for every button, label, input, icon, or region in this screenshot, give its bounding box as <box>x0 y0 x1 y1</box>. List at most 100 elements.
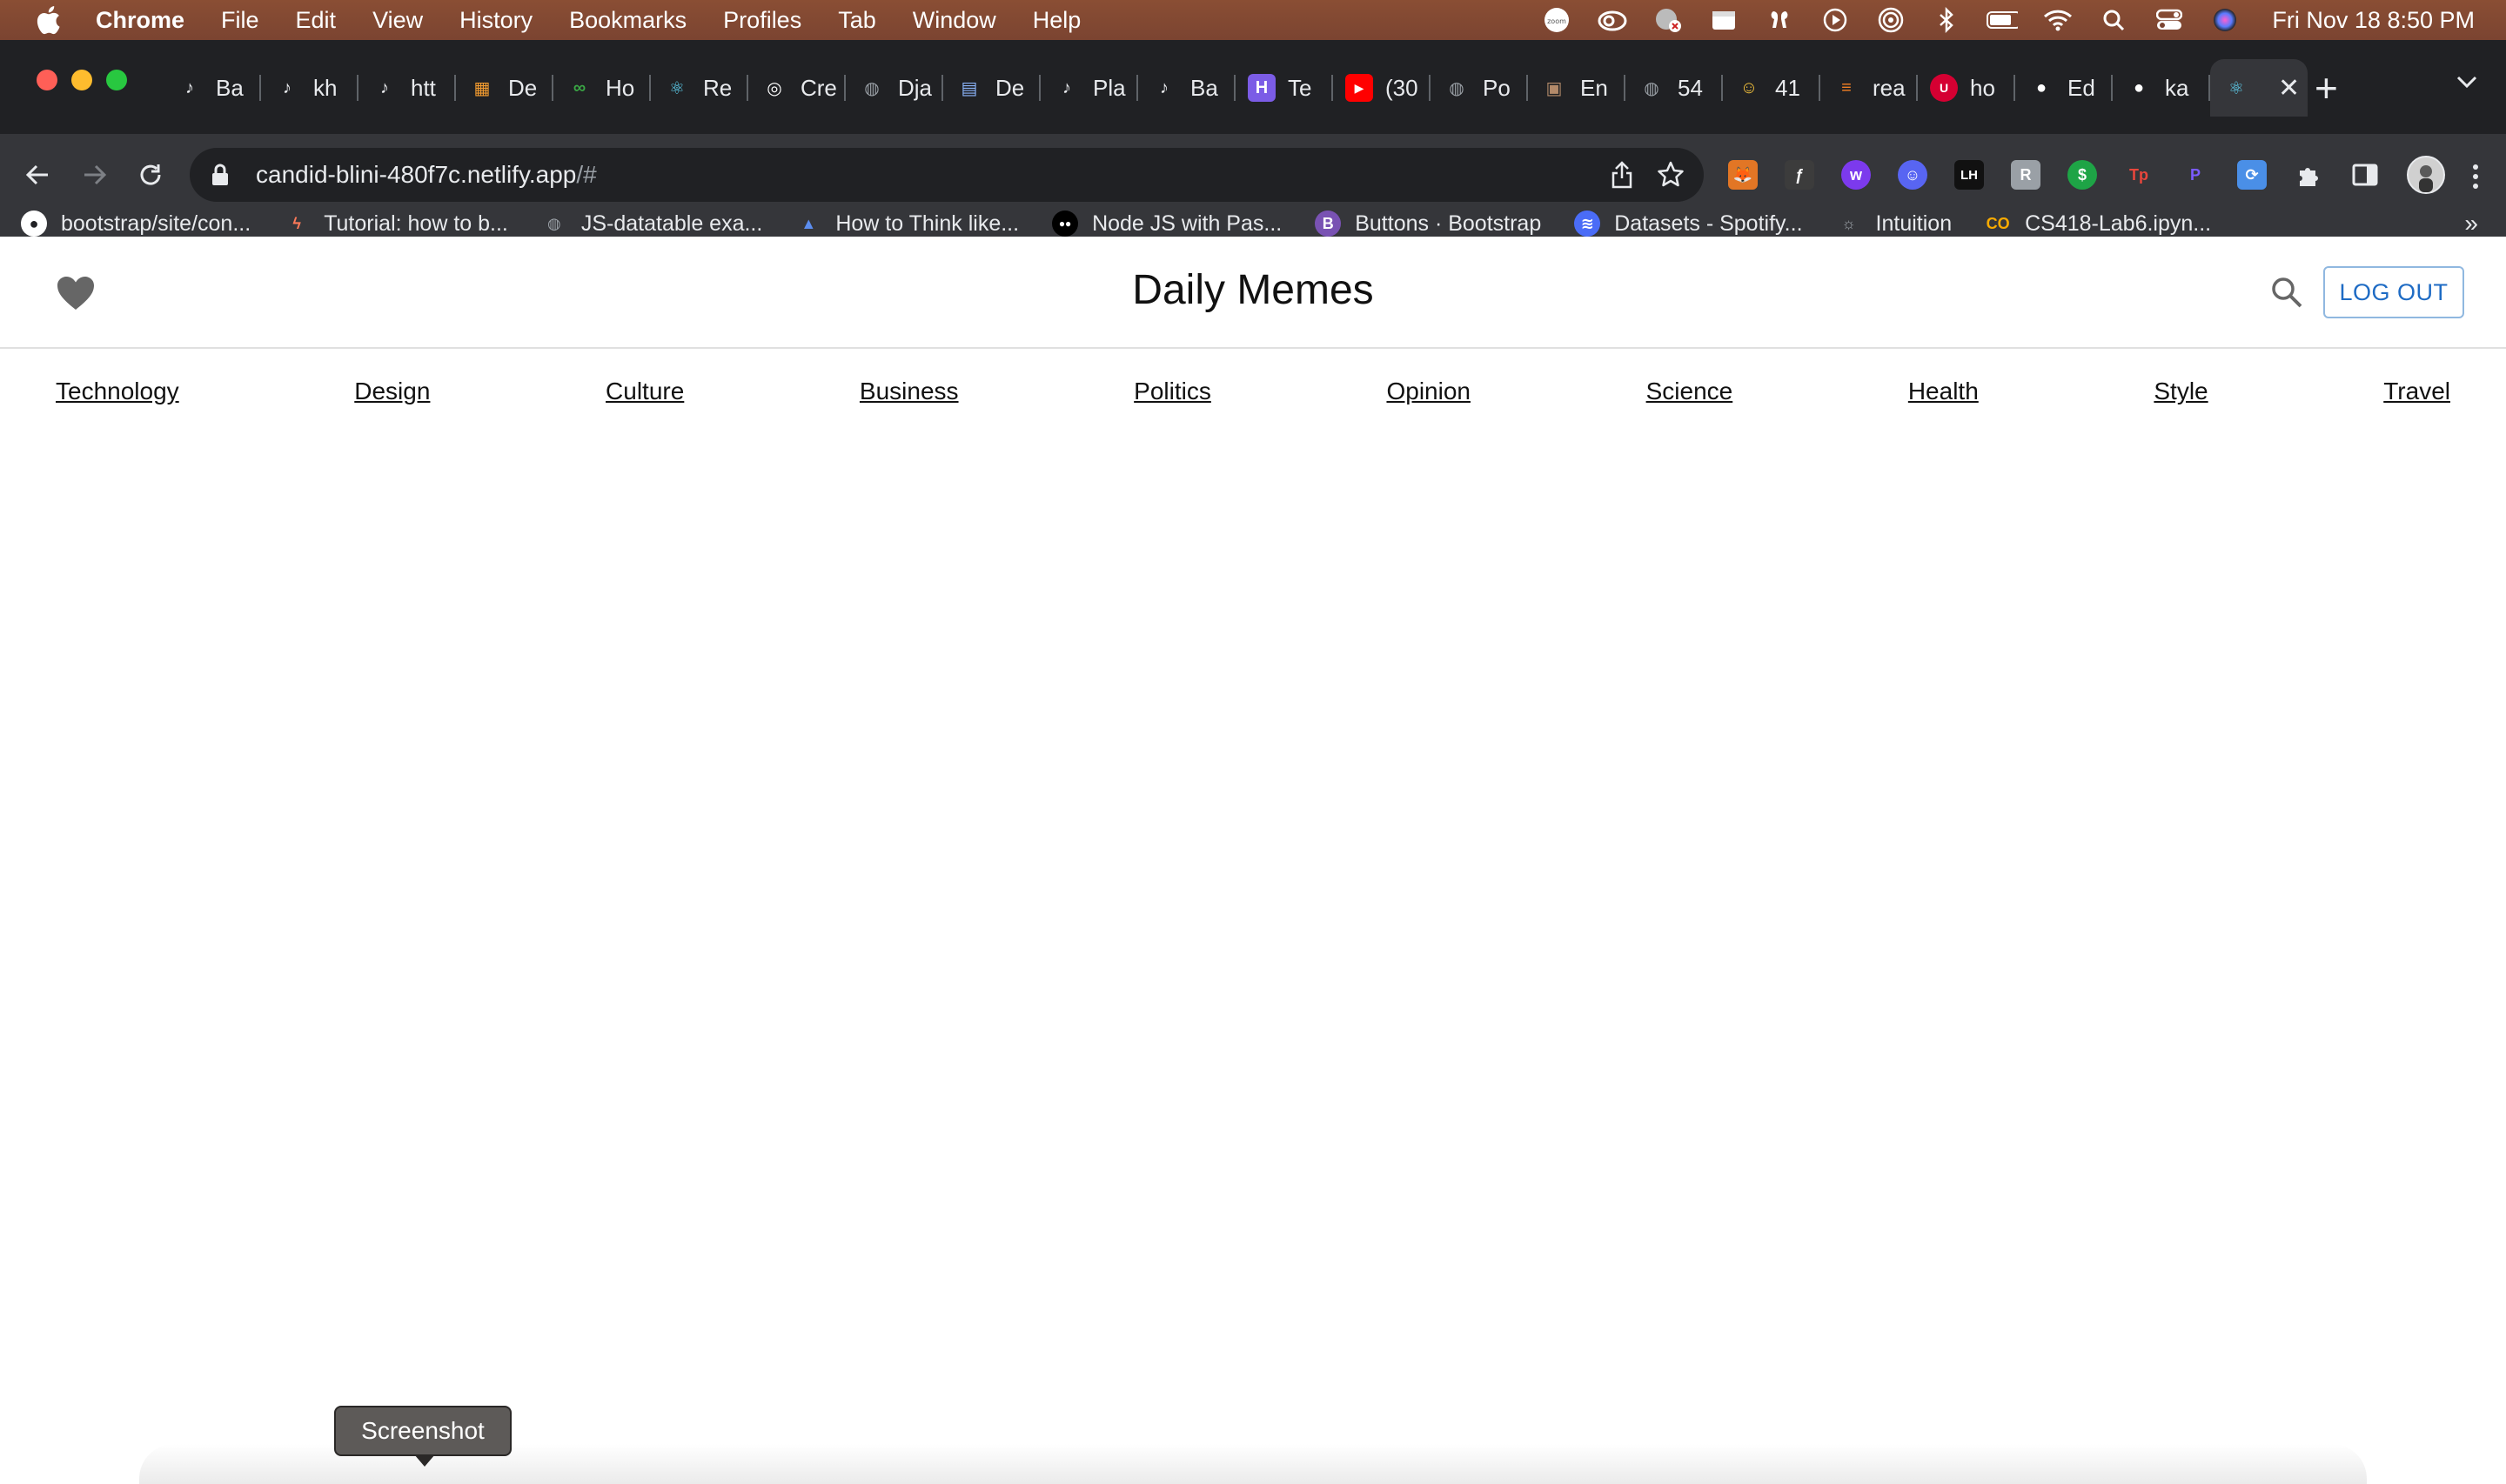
bookmark-label: CS418-Lab6.ipyn... <box>2025 211 2212 236</box>
menu-bookmarks[interactable]: Bookmarks <box>569 7 687 34</box>
reload-button[interactable] <box>132 157 169 193</box>
menu-file[interactable]: File <box>221 7 259 34</box>
wifi-icon[interactable] <box>2042 7 2074 33</box>
bookmark-item[interactable]: ●● Node JS with Pas... <box>1052 211 1282 237</box>
metamask-extension-icon[interactable]: 🦊 <box>1728 160 1758 190</box>
bookmark-item[interactable]: ● bootstrap/site/con... <box>21 211 251 237</box>
browser-tab[interactable]: Uho <box>1918 59 2015 117</box>
back-button[interactable] <box>19 157 56 193</box>
tab-title: 41 <box>1775 74 1800 101</box>
menu-view[interactable]: View <box>372 7 423 34</box>
creative-cloud-icon[interactable] <box>1597 7 1628 33</box>
menu-window[interactable]: Window <box>913 7 996 34</box>
browser-tab[interactable]: ♪ Ba <box>164 59 261 117</box>
browser-tab[interactable]: ◍ 54 <box>1625 59 1723 117</box>
bookmark-star-icon[interactable] <box>1657 160 1685 192</box>
browser-tab[interactable]: ≡ rea <box>1820 59 1918 117</box>
bookmarks-overflow-icon[interactable]: » <box>2464 210 2478 237</box>
forward-button[interactable] <box>77 157 113 193</box>
menu-history[interactable]: History <box>459 7 533 34</box>
browser-tab[interactable]: ● Ed <box>2015 59 2113 117</box>
browser-tab[interactable]: ◍ Po <box>1431 59 1528 117</box>
chat-bot-extension-icon[interactable]: ☺ <box>1898 160 1927 190</box>
tab-title: ka <box>2165 74 2189 101</box>
browser-tab[interactable]: ♪ htt <box>358 59 456 117</box>
menu-tab[interactable]: Tab <box>838 7 876 34</box>
category-link-travel[interactable]: Travel <box>2383 378 2450 405</box>
tab-search-chevron-icon[interactable] <box>2456 75 2478 93</box>
browser-tab[interactable]: ⚛ Re <box>651 59 748 117</box>
browser-tab[interactable]: ♪ Pla <box>1041 59 1138 117</box>
lighthouse-extension-icon[interactable]: LH <box>1954 160 1984 190</box>
bookmark-item[interactable]: ϟ Tutorial: how to b... <box>284 211 507 237</box>
w-extension-icon[interactable]: w <box>1841 160 1871 190</box>
lock-icon[interactable] <box>211 162 233 188</box>
dollar-extension-icon[interactable]: $ <box>2067 160 2097 190</box>
browser-tab[interactable]: ☺ 41 <box>1723 59 1820 117</box>
airpods-icon[interactable] <box>1764 7 1795 33</box>
browser-tab[interactable]: ◎ Cre <box>748 59 846 117</box>
share-icon[interactable] <box>1610 160 1634 194</box>
category-link-health[interactable]: Health <box>1908 378 1979 405</box>
browser-tab[interactable]: ▣ En <box>1528 59 1625 117</box>
side-panel-icon[interactable] <box>2350 160 2380 190</box>
category-link-style[interactable]: Style <box>2154 378 2208 405</box>
profile-avatar[interactable] <box>2407 156 2445 194</box>
logout-button[interactable]: LOG OUT <box>2323 266 2464 318</box>
menu-bar-clock[interactable]: Fri Nov 18 8:50 PM <box>2272 7 2475 34</box>
category-link-opinion[interactable]: Opinion <box>1386 378 1471 405</box>
browser-tab[interactable]: H Te <box>1236 59 1333 117</box>
script-extension-icon[interactable]: ƒ <box>1785 160 1814 190</box>
airdrop-icon[interactable] <box>1875 7 1906 33</box>
browser-tab[interactable]: ▶ (30 <box>1333 59 1431 117</box>
browser-tab[interactable]: ⚛ ✕ <box>2210 59 2308 117</box>
category-link-design[interactable]: Design <box>354 378 430 405</box>
p-badge-extension-icon[interactable]: P <box>2181 160 2210 190</box>
browser-tab[interactable]: ♪ Ba <box>1138 59 1236 117</box>
bookmark-item[interactable]: ▲ How to Think like... <box>795 211 1019 237</box>
minimize-window-button[interactable] <box>71 70 92 90</box>
battery-icon[interactable] <box>1987 7 2019 33</box>
siri-icon[interactable] <box>2209 7 2241 33</box>
menu-help[interactable]: Help <box>1033 7 1082 34</box>
medium-icon: ●● <box>1052 211 1079 237</box>
puzzle-extensions-icon[interactable] <box>2294 160 2323 190</box>
bookmark-item[interactable]: ◍ JS-datatable exa... <box>541 211 762 237</box>
zoom-icon[interactable]: zoom <box>1541 7 1572 33</box>
menu-edit[interactable]: Edit <box>296 7 337 34</box>
more-menu-icon[interactable] <box>2471 164 2480 194</box>
category-link-culture[interactable]: Culture <box>606 378 684 405</box>
browser-tab[interactable]: ● ka <box>2113 59 2210 117</box>
play-circle-icon[interactable] <box>1819 7 1851 33</box>
category-link-business[interactable]: Business <box>860 378 959 405</box>
browser-tab[interactable]: ▦ De <box>456 59 553 117</box>
zoom-window-button[interactable] <box>106 70 127 90</box>
browser-tab[interactable]: ∞ Ho <box>553 59 651 117</box>
apple-icon[interactable] <box>35 5 64 35</box>
sync-extension-icon[interactable]: ⟳ <box>2237 160 2267 190</box>
bookmark-item[interactable]: CO CS418-Lab6.ipyn... <box>1985 211 2212 237</box>
browser-tab[interactable]: ◍ Dja <box>846 59 943 117</box>
close-window-button[interactable] <box>37 70 57 90</box>
browser-tab[interactable]: ▤ De <box>943 59 1041 117</box>
menu-profiles[interactable]: Profiles <box>723 7 801 34</box>
vpn-globe-icon[interactable] <box>1652 7 1684 33</box>
category-link-technology[interactable]: Technology <box>56 378 179 405</box>
bluetooth-icon[interactable] <box>1931 7 1962 33</box>
menu-app-chrome[interactable]: Chrome <box>96 7 184 34</box>
close-tab-icon[interactable]: ✕ <box>2278 73 2300 104</box>
category-link-politics[interactable]: Politics <box>1134 378 1211 405</box>
search-icon[interactable] <box>2269 275 2304 310</box>
browser-tab[interactable]: ♪ kh <box>261 59 358 117</box>
gray-extension-icon[interactable]: R <box>2011 160 2040 190</box>
bookmark-item[interactable]: ≋ Datasets - Spotify... <box>1574 211 1803 237</box>
bookmark-item[interactable]: ☼ Intuition <box>1836 211 1952 237</box>
bookmark-item[interactable]: B Buttons · Bootstrap <box>1315 211 1541 237</box>
control-center-icon[interactable] <box>2154 7 2185 33</box>
spotlight-search-icon[interactable] <box>2098 7 2129 33</box>
address-bar[interactable]: candid-blini-480f7c.netlify.app/# <box>190 148 1704 202</box>
tp-extension-icon[interactable]: Tp <box>2124 160 2154 190</box>
new-tab-button[interactable]: + <box>2315 68 2338 108</box>
category-link-science[interactable]: Science <box>1646 378 1733 405</box>
calendar-app-icon[interactable] <box>1708 7 1739 33</box>
